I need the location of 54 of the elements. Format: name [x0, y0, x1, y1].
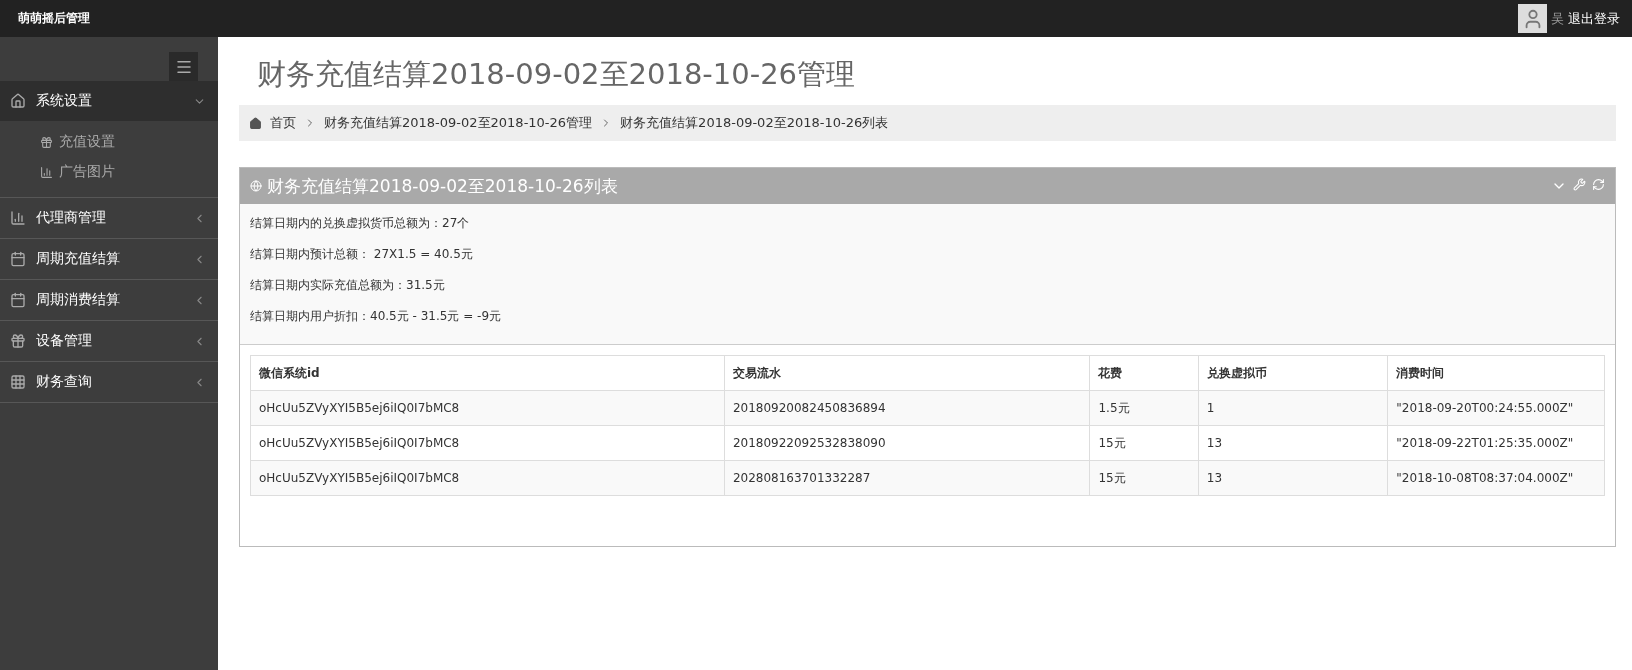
home-icon [249, 116, 262, 130]
table-cell: oHcUu5ZVyXYI5B5ej6iIQ0I7bMC8 [250, 460, 725, 496]
table-cell: 15元 [1090, 425, 1199, 461]
column-header: 花费 [1090, 355, 1199, 391]
user-name: 吴 [1551, 9, 1564, 28]
table-cell: 1 [1198, 390, 1388, 426]
globe-icon [250, 180, 262, 192]
sidebar-item[interactable]: 财务查询 [0, 362, 218, 403]
logout-link[interactable]: 退出登录 [1568, 9, 1620, 28]
wrench-button[interactable] [1573, 178, 1586, 194]
table-cell: 1.5元 [1090, 390, 1199, 426]
bar-chart-icon [40, 165, 53, 179]
bar-chart-icon [10, 210, 26, 226]
column-header: 兑换虚拟币 [1198, 355, 1388, 391]
grid-icon [10, 374, 26, 390]
table-cell: 13 [1198, 460, 1388, 496]
table-cell: 202808163701332287 [724, 460, 1090, 496]
breadcrumb-link[interactable]: 财务充值结算2018-09-02至2018-10-26列表 [620, 114, 889, 132]
summary-line: 结算日期内的兑换虚拟货币总额为：27个 [250, 215, 471, 232]
table-cell: oHcUu5ZVyXYI5B5ej6iIQ0I7bMC8 [250, 390, 725, 426]
column-header: 交易流水 [724, 355, 1090, 391]
table-cell: "2018-09-22T01:25:35.000Z" [1387, 425, 1605, 461]
breadcrumb-link[interactable]: 首页 [270, 114, 296, 132]
sidebar-item[interactable]: 周期消费结算 [0, 280, 218, 321]
table-cell: 15元 [1090, 460, 1199, 496]
page-title: 财务充值结算2018-09-02至2018-10-26管理 [257, 56, 857, 93]
calendar-icon [10, 292, 26, 308]
sidebar-item[interactable]: 系统设置 [0, 81, 218, 121]
panel-title: 财务充值结算2018-09-02至2018-10-26列表 [267, 174, 619, 198]
table-cell: "2018-09-20T00:24:55.000Z" [1387, 390, 1605, 426]
column-header: 微信系统id [250, 355, 725, 391]
summary-line: 结算日期内用户折扣：40.5元 - 31.5元 = -9元 [250, 308, 503, 325]
sidebar-item[interactable]: 代理商管理 [0, 198, 218, 239]
home-icon [10, 93, 26, 109]
wrench-icon [1573, 178, 1586, 191]
gift-icon [10, 333, 26, 349]
column-header: 消费时间 [1387, 355, 1605, 391]
menu-toggle-button[interactable] [169, 52, 198, 81]
refresh-icon [1592, 178, 1605, 191]
table-cell: "2018-10-08T08:37:04.000Z" [1387, 460, 1605, 496]
breadcrumb-link[interactable]: 财务充值结算2018-09-02至2018-10-26管理 [324, 114, 593, 132]
sidebar-item[interactable]: 设备管理 [0, 321, 218, 362]
submenu-item[interactable]: 广告图片 [0, 157, 218, 187]
brand-title: 萌萌摇后管理 [18, 10, 90, 27]
table-cell: 13 [1198, 425, 1388, 461]
sidebar-item[interactable]: 周期充值结算 [0, 239, 218, 280]
table-cell: 20180922092532838090 [724, 425, 1090, 461]
summary-line: 结算日期内实际充值总额为：31.5元 [250, 277, 446, 294]
summary-line: 结算日期内预计总额： 27X1.5 = 40.5元 [250, 246, 474, 263]
table-cell: 20180920082450836894 [724, 390, 1090, 426]
submenu-item[interactable]: 充值设置 [0, 127, 218, 157]
calendar-icon [10, 251, 26, 267]
table-cell: oHcUu5ZVyXYI5B5ej6iIQ0I7bMC8 [250, 425, 725, 461]
gift-icon [40, 135, 53, 149]
